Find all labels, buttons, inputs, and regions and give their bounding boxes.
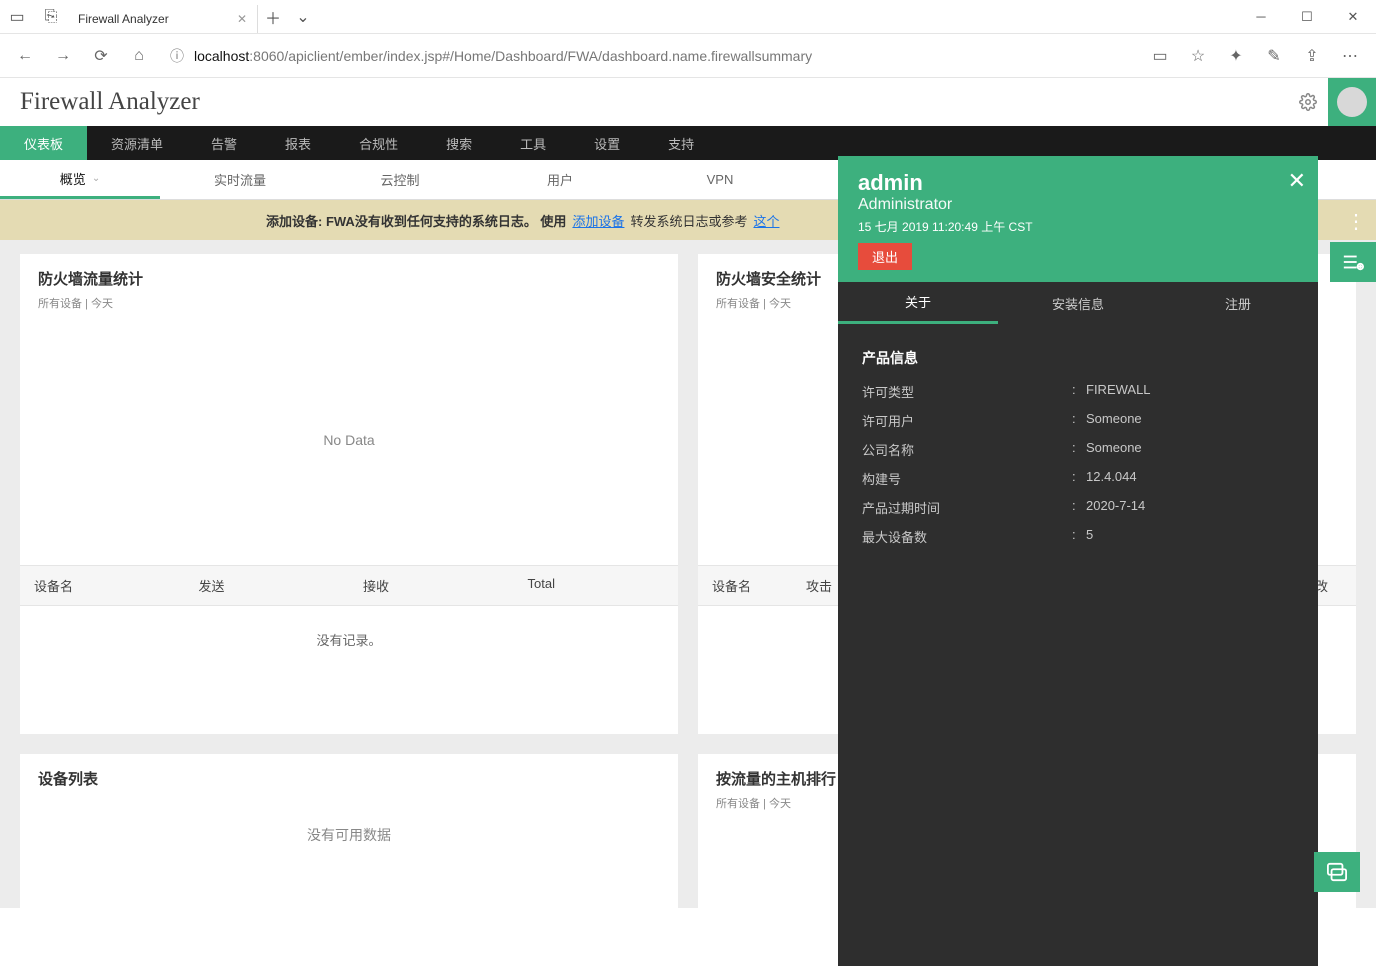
info-val: 2020-7-14 [1086, 498, 1145, 517]
reading-view-icon[interactable]: ▭ [1142, 39, 1178, 73]
browser-toolbar: ← → ⟳ ⌂ ⓘ localhost:8060/apiclient/ember… [0, 34, 1376, 78]
app-root: Firewall Analyzer 仪表板 资源清单 告警 报表 合规性 搜索 … [0, 78, 1376, 908]
maximize-button[interactable]: ☐ [1284, 0, 1330, 33]
side-body: 产品信息 许可类型:FIREWALL 许可用户:Someone 公司名称:Som… [838, 324, 1318, 580]
nav-compliance[interactable]: 合规性 [335, 126, 422, 160]
tab-menu-icon[interactable]: ⌄ [288, 7, 318, 27]
subnav-realtime[interactable]: 实时流量 [160, 160, 320, 199]
side-role: Administrator [858, 196, 1298, 214]
notes-icon[interactable]: ✎ [1256, 39, 1292, 73]
favorite-icon[interactable]: ☆ [1180, 39, 1216, 73]
info-row: 公司名称:Someone [862, 440, 1294, 459]
nav-search[interactable]: 搜索 [422, 126, 496, 160]
nav-inventory[interactable]: 资源清单 [87, 126, 187, 160]
info-row: 产品过期时间:2020-7-14 [862, 498, 1294, 517]
pin-icon[interactable]: ✦ [1218, 39, 1254, 73]
back-button[interactable]: ← [8, 39, 42, 73]
home-button[interactable]: ⌂ [122, 39, 156, 73]
logout-button[interactable]: 退出 [858, 243, 912, 270]
col-send[interactable]: 发送 [185, 566, 350, 605]
col-total[interactable]: Total [514, 566, 679, 605]
info-val: Someone [1086, 411, 1142, 430]
side-panel-header: ✕ admin Administrator 15 七月 2019 11:20:4… [838, 156, 1318, 282]
nav-alarms[interactable]: 告警 [187, 126, 261, 160]
user-avatar[interactable] [1328, 78, 1376, 126]
panel-subtitle: 所有设备 | 今天 [20, 295, 678, 315]
table-empty: 没有记录。 [20, 606, 678, 673]
notice-link-add[interactable]: 添加设备 [572, 211, 624, 230]
tab-title: Firewall Analyzer [78, 12, 169, 26]
forward-button[interactable]: → [46, 39, 80, 73]
col-device[interactable]: 设备名 [20, 566, 185, 605]
side-tab-about[interactable]: 关于 [838, 282, 998, 324]
panel-devices: 设备列表 没有可用数据 [20, 754, 678, 914]
info-row: 许可类型:FIREWALL [862, 382, 1294, 401]
info-key: 许可类型 [862, 382, 1072, 401]
subnav-overview[interactable]: 概览⌄ [0, 160, 160, 199]
col-recv[interactable]: 接收 [349, 566, 514, 605]
nav-settings[interactable]: 设置 [570, 126, 644, 160]
close-window-button[interactable]: ✕ [1330, 0, 1376, 33]
add-widget-button[interactable] [1330, 242, 1376, 282]
side-user: admin [858, 170, 1298, 196]
app-title: Firewall Analyzer [20, 88, 200, 116]
chat-button[interactable] [1314, 852, 1360, 892]
panel-traffic: 防火墙流量统计 所有设备 | 今天 No Data 设备名 发送 接收 Tota… [20, 254, 678, 734]
url-path: :8060/apiclient/ember/index.jsp#/Home/Da… [249, 48, 812, 64]
nav-dashboard[interactable]: 仪表板 [0, 126, 87, 160]
col-device[interactable]: 设备名 [698, 566, 792, 605]
notice-text-prefix: 添加设备: FWA没有收到任何支持的系统日志。 使用 [266, 211, 566, 230]
notice-link-this[interactable]: 这个 [753, 211, 779, 230]
chevron-down-icon: ⌄ [92, 173, 100, 184]
panel-title: 设备列表 [20, 754, 678, 795]
panel-body: No Data [20, 315, 678, 565]
side-time: 15 七月 2019 11:20:49 上午 CST [858, 218, 1298, 235]
user-side-panel: ✕ admin Administrator 15 七月 2019 11:20:4… [838, 156, 1318, 966]
subnav-vpn[interactable]: VPN [640, 160, 800, 199]
tabs-overview-icon[interactable]: ▭ [0, 0, 34, 33]
notice-text-mid: 转发系统日志或参考 [630, 211, 747, 230]
kebab-menu-icon[interactable]: ⋮ [1346, 209, 1366, 234]
app-header: Firewall Analyzer [0, 78, 1376, 126]
nav-tools[interactable]: 工具 [496, 126, 570, 160]
subnav-users[interactable]: 用户 [480, 160, 640, 199]
close-icon[interactable]: ✕ [1288, 168, 1306, 194]
info-row: 最大设备数:5 [862, 527, 1294, 546]
panel-title: 防火墙流量统计 [20, 254, 678, 295]
subnav-cloud[interactable]: 云控制 [320, 160, 480, 199]
info-key: 构建号 [862, 469, 1072, 488]
info-row: 构建号:12.4.044 [862, 469, 1294, 488]
minimize-button[interactable]: ─ [1238, 0, 1284, 33]
side-tabs: 关于 安装信息 注册 [838, 282, 1318, 324]
new-tab-button[interactable]: ＋ [258, 5, 288, 29]
gear-icon[interactable] [1288, 82, 1328, 122]
panel-empty: 没有可用数据 [20, 795, 678, 875]
more-icon[interactable]: ⋯ [1332, 39, 1368, 73]
info-key: 最大设备数 [862, 527, 1072, 546]
side-tab-register[interactable]: 注册 [1158, 282, 1318, 324]
side-tab-install[interactable]: 安装信息 [998, 282, 1158, 324]
url-host: localhost [194, 48, 249, 64]
window-titlebar: ▭ ⎘ Firewall Analyzer ✕ ＋ ⌄ ─ ☐ ✕ [0, 0, 1376, 34]
info-val: 12.4.044 [1086, 469, 1137, 488]
share-icon[interactable]: ⇪ [1294, 39, 1330, 73]
table-header: 设备名 发送 接收 Total [20, 565, 678, 606]
nav-support[interactable]: 支持 [644, 126, 718, 160]
main-nav: 仪表板 资源清单 告警 报表 合规性 搜索 工具 设置 支持 [0, 126, 1376, 160]
side-section-title: 产品信息 [862, 348, 1294, 368]
close-tab-icon[interactable]: ✕ [237, 12, 247, 26]
info-val: FIREWALL [1086, 382, 1151, 401]
browser-tab[interactable]: Firewall Analyzer ✕ [68, 5, 258, 33]
refresh-button[interactable]: ⟳ [84, 39, 118, 73]
site-info-icon[interactable]: ⓘ [170, 46, 184, 66]
address-bar[interactable]: ⓘ localhost:8060/apiclient/ember/index.j… [160, 40, 1138, 72]
info-key: 公司名称 [862, 440, 1072, 459]
tab-aside-icon[interactable]: ⎘ [34, 0, 68, 33]
info-val: Someone [1086, 440, 1142, 459]
info-key: 产品过期时间 [862, 498, 1072, 517]
info-key: 许可用户 [862, 411, 1072, 430]
info-val: 5 [1086, 527, 1093, 546]
info-row: 许可用户:Someone [862, 411, 1294, 430]
nav-reports[interactable]: 报表 [261, 126, 335, 160]
